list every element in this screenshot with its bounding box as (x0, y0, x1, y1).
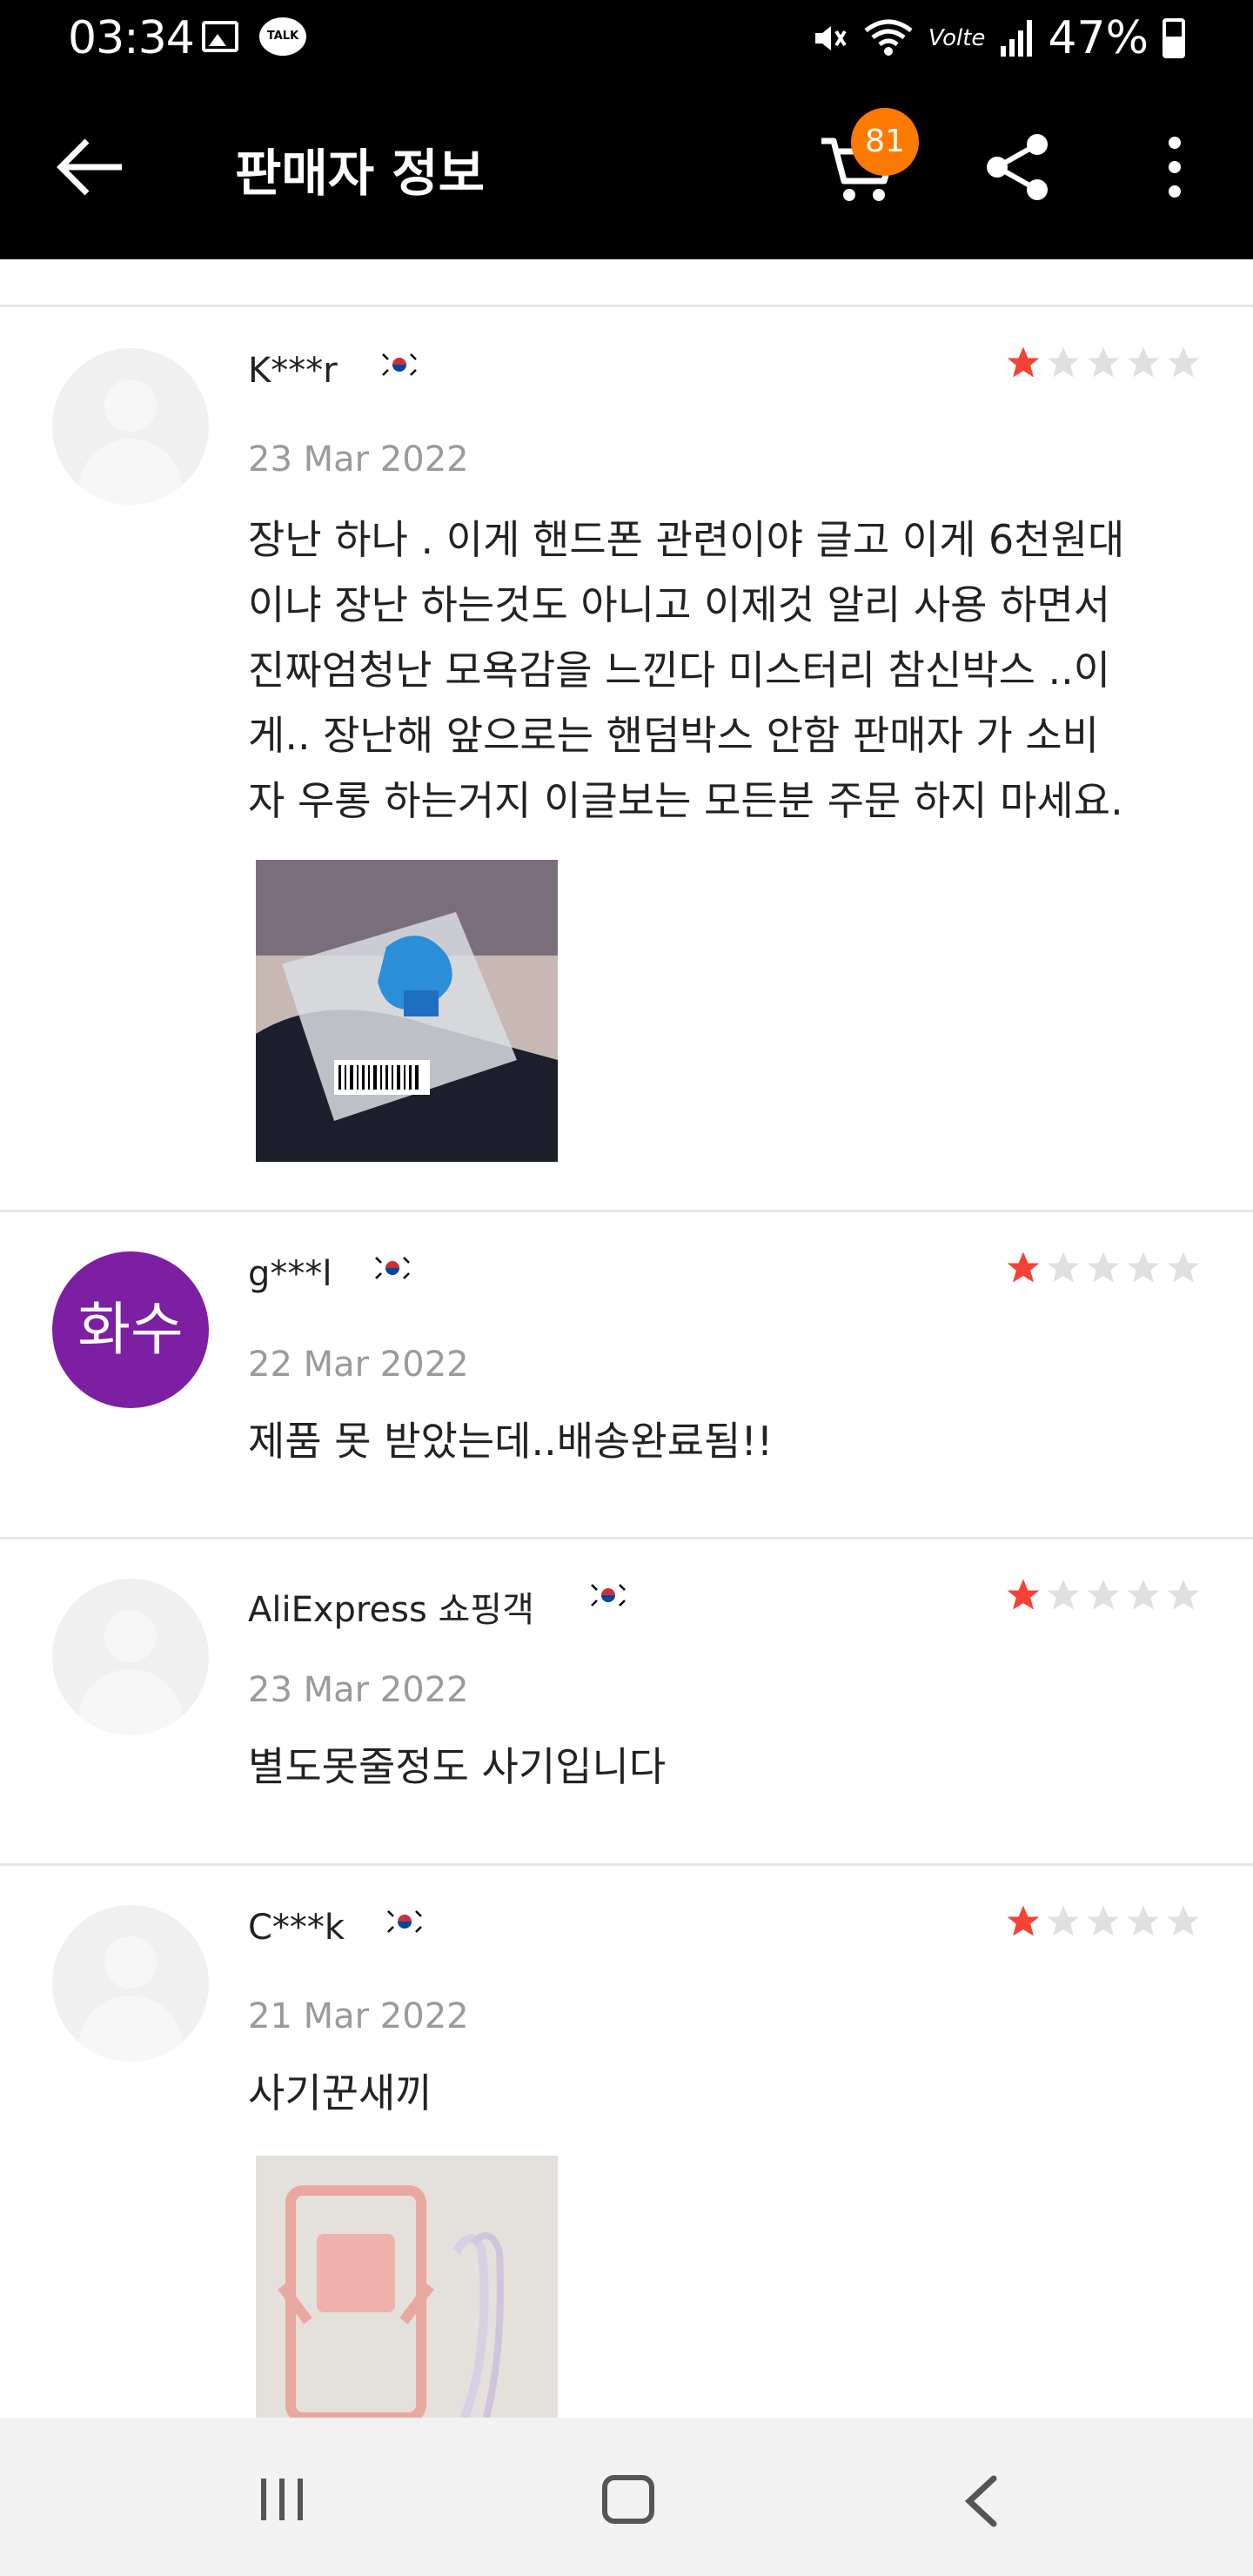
battery-icon (1163, 18, 1185, 58)
star-empty-icon (1087, 1579, 1120, 1610)
rating-stars (1004, 344, 1203, 382)
system-nav-bar (0, 2418, 1253, 2576)
review-text: 별도못줄정도 사기입니다 (248, 1743, 667, 1790)
share-icon[interactable] (983, 132, 1053, 202)
review-text: 제품 못 받았는데..배송완료됨!! (248, 1418, 774, 1465)
star-filled-icon (1007, 346, 1040, 378)
star-empty-icon (1087, 346, 1120, 378)
back-icon[interactable] (957, 2473, 1009, 2529)
star-empty-icon (1127, 1579, 1160, 1610)
star-empty-icon (1047, 1905, 1080, 1936)
review-date: 21 Mar 2022 (248, 1996, 469, 2036)
review-text: 사기꾼새끼 (248, 2070, 432, 2116)
star-empty-icon (1127, 1905, 1160, 1936)
rating-stars (1004, 1902, 1203, 1941)
page-title: 판매자 정보 (235, 144, 485, 203)
rating-stars (1004, 1249, 1203, 1287)
review-username: g***l (248, 1254, 332, 1294)
talk-icon: TALK (259, 17, 306, 56)
review-username: C***k (248, 1908, 345, 1948)
star-empty-icon (1087, 1905, 1120, 1936)
star-empty-icon (1167, 346, 1200, 378)
korea-flag-icon (383, 1906, 426, 1937)
star-empty-icon (1167, 1251, 1200, 1283)
volte-label: Volte (928, 25, 986, 51)
recent-apps-icon[interactable] (258, 2477, 306, 2522)
app-bar: 판매자 정보 81 (0, 78, 1253, 259)
korea-flag-icon (586, 1580, 630, 1611)
star-empty-icon (1047, 1579, 1080, 1610)
star-filled-icon (1007, 1251, 1040, 1283)
signal-icon (1001, 20, 1033, 57)
rating-stars (1004, 1576, 1203, 1614)
korea-flag-icon (371, 1252, 414, 1284)
gallery-icon (202, 21, 238, 52)
avatar: 화수 (52, 1251, 209, 1408)
review-text: 장난 하나 . 이게 핸드폰 관련이야 글고 이게 6천원대 이냐 장난 하는것… (248, 516, 1125, 824)
cart-count-badge: 81 (851, 108, 919, 176)
status-bar: 03:34 TALK Volte 47% (0, 0, 1253, 78)
review-item: AliExpress 쇼핑객 23 Mar 2022 별도못줄정도 사기입니다 (0, 1540, 1253, 1863)
review-date: 23 Mar 2022 (248, 439, 469, 480)
back-arrow-icon[interactable] (52, 132, 131, 202)
review-item: C***k 21 Mar 2022 사기꾼새끼 (0, 1866, 1253, 2418)
star-empty-icon (1047, 1251, 1080, 1283)
star-empty-icon (1167, 1905, 1200, 1936)
avatar (52, 348, 209, 505)
review-date: 23 Mar 2022 (248, 1670, 469, 1710)
korea-flag-icon (378, 349, 421, 380)
star-empty-icon (1127, 346, 1160, 378)
star-empty-icon (1047, 346, 1080, 378)
star-filled-icon (1007, 1579, 1040, 1610)
star-empty-icon (1127, 1251, 1160, 1283)
avatar (52, 1905, 209, 2062)
review-date: 22 Mar 2022 (248, 1345, 469, 1385)
review-photo[interactable] (256, 860, 558, 1162)
status-time: 03:34 (68, 12, 195, 64)
battery-percent: 47% (1048, 12, 1149, 64)
review-username: AliExpress 쇼핑객 (248, 1590, 534, 1630)
review-username: K***r (248, 351, 338, 391)
review-photo[interactable] (256, 2156, 558, 2418)
star-filled-icon (1007, 1905, 1040, 1936)
home-icon[interactable] (602, 2475, 654, 2524)
more-vertical-icon[interactable] (1149, 132, 1201, 202)
wifi-icon (864, 19, 913, 56)
mute-icon (814, 26, 847, 50)
star-empty-icon (1167, 1579, 1200, 1610)
star-empty-icon (1087, 1251, 1120, 1283)
review-item: 화수 g***l 22 Mar 2022 제품 못 받았는데..배송완료됨!! (0, 1212, 1253, 1537)
review-item: K***r 23 Mar 2022 장난 하나 . 이게 핸드폰 관련이야 글고… (0, 307, 1253, 1210)
avatar (52, 1579, 209, 1735)
